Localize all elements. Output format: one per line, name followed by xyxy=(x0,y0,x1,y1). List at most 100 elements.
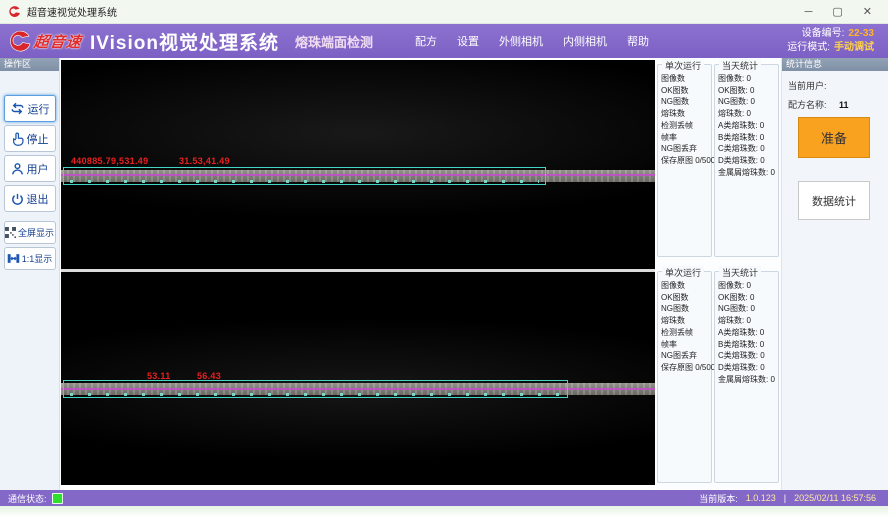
stat-row: OK图数 xyxy=(661,85,711,97)
comm-status-label: 通信状态: xyxy=(8,492,47,505)
stat-row: NG图数: 0 xyxy=(718,96,778,108)
stop-hand-icon xyxy=(11,132,24,146)
window-title: 超音速视觉处理系统 xyxy=(27,4,117,19)
stat-row: A类熔珠数: 0 xyxy=(718,327,778,339)
device-number-label: 设备编号: xyxy=(802,28,845,39)
stat-row: NG图数: 0 xyxy=(718,303,778,315)
daily-stats-panel-bottom: 当天统计 图像数: 0 OK图数: 0 NG图数: 0 熔珠数: 0 A类熔珠数… xyxy=(714,271,779,483)
stat-row: 图像数: 0 xyxy=(718,73,778,85)
one-to-one-button-label: 1:1显示 xyxy=(22,252,53,265)
single-run-title: 单次运行 xyxy=(662,59,704,72)
data-statistics-button[interactable]: 数据统计 xyxy=(798,181,870,220)
app-subtitle: 熔珠端面检测 xyxy=(295,32,373,51)
fullscreen-grid-icon xyxy=(5,227,16,238)
exit-button[interactable]: 退出 xyxy=(4,185,56,212)
page-title: IVision视觉处理系统 xyxy=(90,28,279,55)
daily-stats-panel-top: 当天统计 图像数: 0 OK图数: 0 NG图数: 0 熔珠数: 0 A类熔珠数… xyxy=(714,64,779,257)
current-user-row: 当前用户: xyxy=(782,71,888,92)
single-run-title: 单次运行 xyxy=(662,266,704,279)
app-header: 超音速 IVision视觉处理系统 熔珠端面检测 配方 设置 外侧相机 内侧相机… xyxy=(0,24,888,58)
daily-stats-title: 当天统计 xyxy=(719,266,761,279)
measurement-overlay: 31.53,41.49 xyxy=(179,156,230,166)
version-label: 当前版本: xyxy=(699,492,738,505)
menu-item-settings[interactable]: 设置 xyxy=(457,33,479,49)
menu-bar: 配方 设置 外侧相机 内侧相机 帮助 xyxy=(415,33,649,49)
stat-row: OK图数 xyxy=(661,292,711,304)
user-icon xyxy=(11,162,24,176)
measurement-overlay: 440885.79,531.49 xyxy=(71,156,148,166)
stat-row: 金属屑熔珠数: 0 xyxy=(718,374,778,386)
brand-logo-icon xyxy=(8,29,32,53)
run-button[interactable]: 运行 xyxy=(4,95,56,122)
user-button[interactable]: 用户 xyxy=(4,155,56,182)
measurement-overlay: 53.11 xyxy=(147,371,171,381)
roi-rectangle xyxy=(63,380,568,398)
run-button-label: 运行 xyxy=(28,101,50,117)
stat-row: 熔珠数: 0 xyxy=(718,315,778,327)
stat-row: 保存原图 0/500 xyxy=(661,362,711,374)
outer-camera-view: 440885.79,531.49 31.53,41.49 xyxy=(61,60,655,269)
measurement-overlay: 56.43 xyxy=(197,371,221,381)
recipe-name-value: 11 xyxy=(839,100,849,110)
stat-row: D类熔珠数: 0 xyxy=(718,362,778,374)
stat-row: 熔珠数 xyxy=(661,108,711,120)
bottom-strip xyxy=(0,506,888,522)
recipe-row: 配方名称: 11 xyxy=(782,92,888,111)
stats-column: 单次运行 图像数 OK图数 NG图数 熔珠数 检测丢帧 帧率 NG图丢弃 保存原… xyxy=(655,58,781,490)
menu-item-inner-camera[interactable]: 内侧相机 xyxy=(563,33,607,49)
stat-row: 帧率 xyxy=(661,339,711,351)
user-button-label: 用户 xyxy=(27,161,49,177)
statistics-info-panel: 统计信息 当前用户: 配方名称: 11 准备 数据统计 xyxy=(781,58,888,490)
stat-row: 熔珠数 xyxy=(661,315,711,327)
stat-row: 检测丢帧 xyxy=(661,120,711,132)
minimize-icon[interactable]: ─ xyxy=(805,0,813,24)
separator: | xyxy=(784,493,786,503)
single-run-panel-top: 单次运行 图像数 OK图数 NG图数 熔珠数 检测丢帧 帧率 NG图丢弃 保存原… xyxy=(657,64,712,257)
info-panel-title: 统计信息 xyxy=(782,58,888,71)
one-to-one-button[interactable]: 1:1显示 xyxy=(4,247,56,270)
window-controls: ─ ▢ ✕ xyxy=(805,0,880,24)
stat-row: 金属屑熔珠数: 0 xyxy=(718,167,778,179)
version-info: 当前版本: 1.0.123 | 2025/02/11 16:57:56 xyxy=(699,492,880,505)
stat-row: B类熔珠数: 0 xyxy=(718,132,778,144)
version-value: 1.0.123 xyxy=(746,493,776,503)
app-logo-icon xyxy=(8,5,21,18)
stat-row: NG图数 xyxy=(661,96,711,108)
run-mode-label: 运行模式: xyxy=(787,42,830,53)
exit-button-label: 退出 xyxy=(27,191,49,207)
stat-row: NG图丢弃 xyxy=(661,350,711,362)
stop-button-label: 停止 xyxy=(27,131,49,147)
stat-row: B类熔珠数: 0 xyxy=(718,339,778,351)
status-bar: 通信状态: 当前版本: 1.0.123 | 2025/02/11 16:57:5… xyxy=(0,490,888,506)
one-to-one-icon xyxy=(7,253,20,264)
current-user-label: 当前用户: xyxy=(788,81,827,91)
prepare-button[interactable]: 准备 xyxy=(798,117,870,158)
stat-row: 保存原图 0/500 xyxy=(661,155,711,167)
fullscreen-button[interactable]: 全屏显示 xyxy=(4,221,56,244)
device-number-value: 22-33 xyxy=(848,28,874,39)
stat-row: 检测丢帧 xyxy=(661,327,711,339)
stat-row: D类熔珠数: 0 xyxy=(718,155,778,167)
stat-row: NG图丢弃 xyxy=(661,143,711,155)
stop-button[interactable]: 停止 xyxy=(4,125,56,152)
menu-item-outer-camera[interactable]: 外侧相机 xyxy=(499,33,543,49)
stat-row: 图像数 xyxy=(661,73,711,85)
daily-stats-title: 当天统计 xyxy=(719,59,761,72)
close-icon[interactable]: ✕ xyxy=(863,0,872,24)
stat-row: C类熔珠数: 0 xyxy=(718,350,778,362)
operation-sidebar: 操作区 运行 停止 用户 退出 xyxy=(0,58,60,490)
menu-item-recipe[interactable]: 配方 xyxy=(415,33,437,49)
roi-rectangle xyxy=(63,167,546,185)
camera-viewports: 440885.79,531.49 31.53,41.49 53.11 56.43 xyxy=(61,60,655,485)
inner-camera-view: 53.11 56.43 xyxy=(61,272,655,485)
power-icon xyxy=(11,192,24,206)
maximize-icon[interactable]: ▢ xyxy=(832,0,842,24)
stat-row: OK图数: 0 xyxy=(718,292,778,304)
datetime: 2025/02/11 16:57:56 xyxy=(794,493,876,503)
run-mode-value: 手动调试 xyxy=(834,42,874,53)
stat-row: OK图数: 0 xyxy=(718,85,778,97)
stat-row: A类熔珠数: 0 xyxy=(718,120,778,132)
menu-item-help[interactable]: 帮助 xyxy=(627,33,649,49)
run-icon xyxy=(10,102,25,115)
brand-name: 超音速 xyxy=(33,31,84,52)
